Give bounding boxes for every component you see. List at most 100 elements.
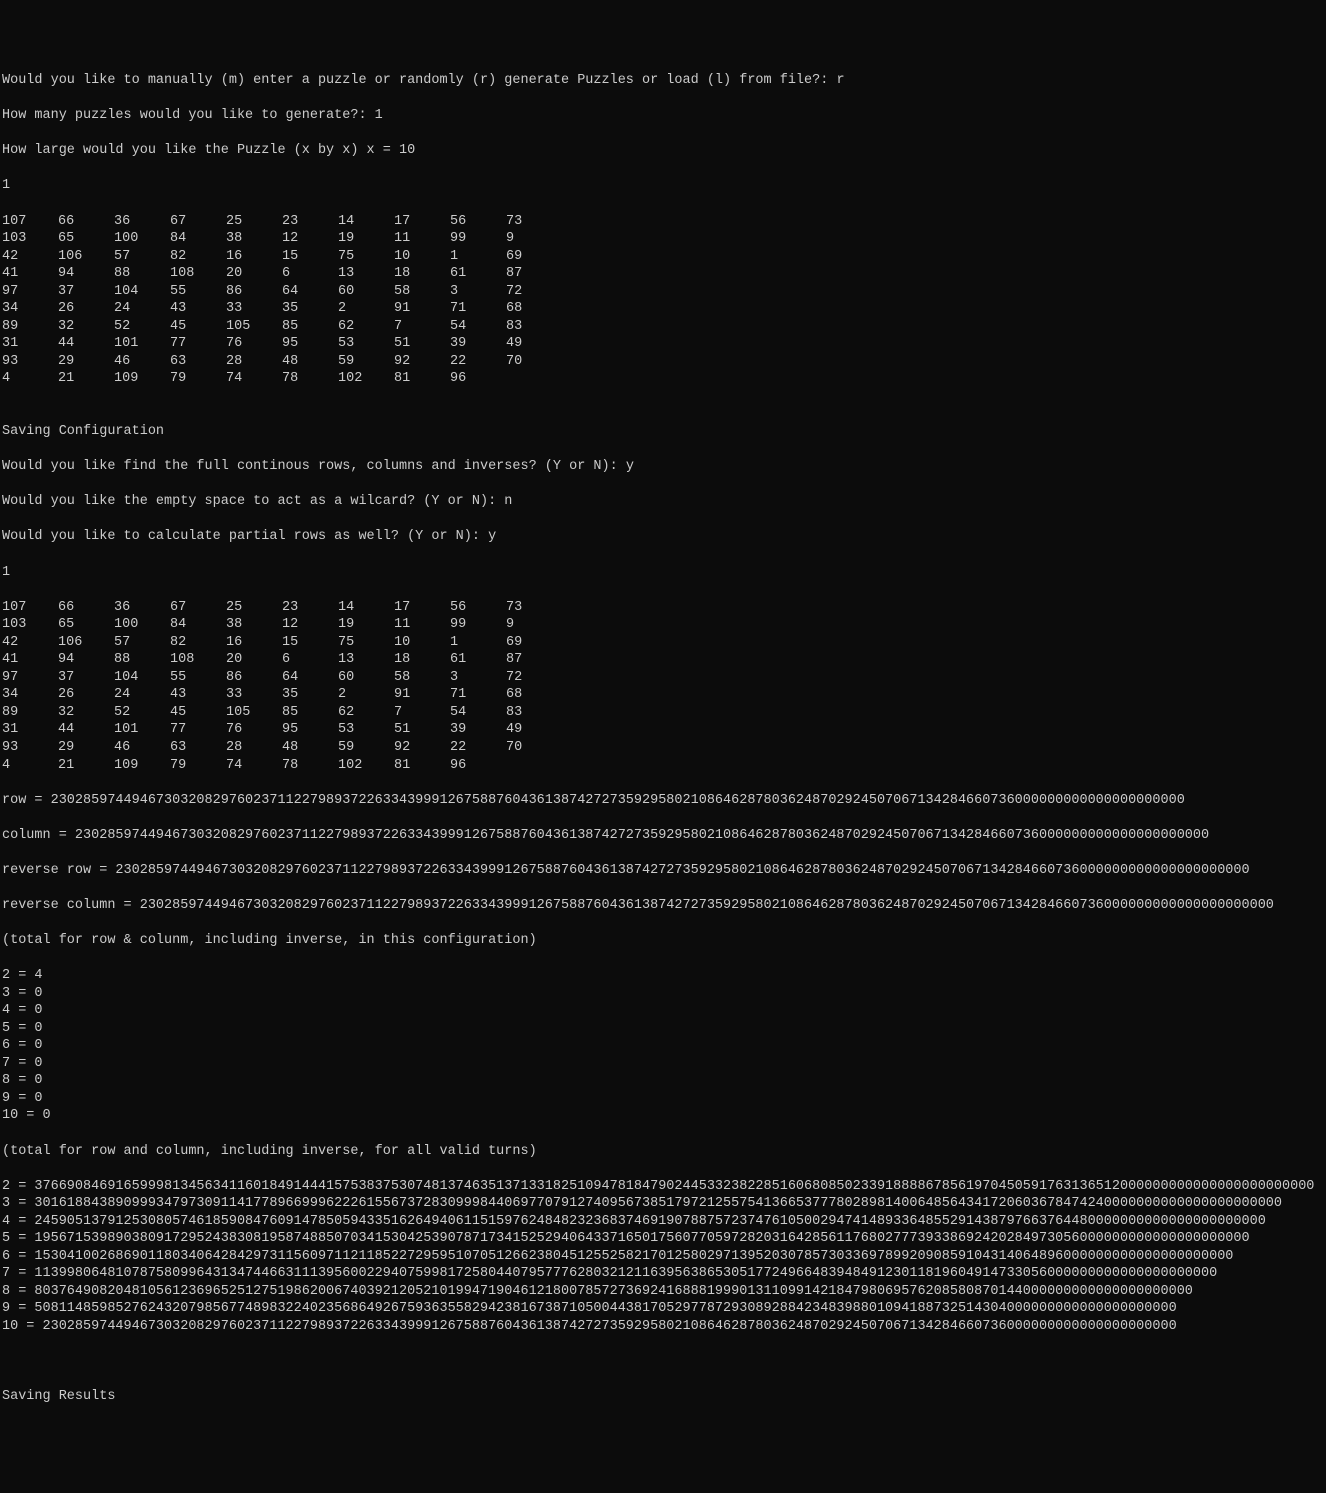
grid-cell: 21 — [58, 370, 114, 388]
grid-row: 4211097974781028196 — [2, 370, 1324, 388]
grid-cell: 108 — [170, 265, 226, 283]
grid-cell: 62 — [338, 704, 394, 722]
grid-row: 3426244333352917168 — [2, 300, 1324, 318]
grid-cell: 68 — [506, 686, 562, 704]
grid-cell: 26 — [58, 686, 114, 704]
grid-cell: 85 — [282, 704, 338, 722]
turn-total-line: 4 = 245905137912530805746185908476091478… — [2, 1213, 1324, 1231]
config-total-line: 6 = 0 — [2, 1037, 1324, 1055]
grid-cell: 44 — [58, 721, 114, 739]
grid-row: 314410177769553513949 — [2, 335, 1324, 353]
grid-cell: 105 — [226, 704, 282, 722]
grid-cell: 102 — [338, 757, 394, 775]
puzzle-grid-2: 1076636672523141756731036510084381219119… — [2, 599, 1324, 774]
config-total-line: 10 = 0 — [2, 1107, 1324, 1125]
grid-cell: 36 — [114, 213, 170, 231]
grid-cell: 86 — [226, 283, 282, 301]
grid-cell: 37 — [58, 283, 114, 301]
grid-cell: 25 — [226, 213, 282, 231]
grid-cell: 82 — [170, 248, 226, 266]
grid-cell: 75 — [338, 634, 394, 652]
grid-cell: 46 — [114, 739, 170, 757]
grid-row: 107663667252314175673 — [2, 213, 1324, 231]
grid-row: 97371045586646058372 — [2, 669, 1324, 687]
grid-cell: 108 — [170, 651, 226, 669]
grid-cell: 56 — [450, 213, 506, 231]
grid-cell: 103 — [2, 616, 58, 634]
saving-results: Saving Results — [2, 1388, 1324, 1406]
grid-cell: 74 — [226, 757, 282, 775]
grid-cell: 39 — [450, 335, 506, 353]
grid-cell: 104 — [114, 283, 170, 301]
grid-row: 107663667252314175673 — [2, 599, 1324, 617]
grid-cell: 72 — [506, 283, 562, 301]
grid-cell: 89 — [2, 704, 58, 722]
grid-cell: 76 — [226, 335, 282, 353]
grid-row: 42106578216157510169 — [2, 634, 1324, 652]
grid-row: 3426244333352917168 — [2, 686, 1324, 704]
grid-cell: 101 — [114, 335, 170, 353]
turn-total-line: 5 = 195671539890380917295243830819587488… — [2, 1230, 1324, 1248]
grid-cell: 34 — [2, 300, 58, 318]
grid-cell: 81 — [394, 757, 450, 775]
grid-cell: 52 — [114, 704, 170, 722]
grid-cell: 43 — [170, 300, 226, 318]
result-reverse-row: reverse row = 23028597449467303208297602… — [2, 862, 1324, 880]
grid-cell: 32 — [58, 704, 114, 722]
grid-cell: 59 — [338, 739, 394, 757]
grid-cell: 91 — [394, 300, 450, 318]
puzzle-number-2: 1 — [2, 564, 1324, 582]
grid-cell: 11 — [394, 616, 450, 634]
grid-cell: 69 — [506, 634, 562, 652]
puzzle-grid-1: 1076636672523141756731036510084381219119… — [2, 213, 1324, 388]
grid-row: 41948810820613186187 — [2, 265, 1324, 283]
grid-cell: 104 — [114, 669, 170, 687]
grid-cell: 73 — [506, 599, 562, 617]
grid-cell: 97 — [2, 669, 58, 687]
grid-cell: 79 — [170, 370, 226, 388]
config-total-line: 7 = 0 — [2, 1055, 1324, 1073]
grid-cell: 63 — [170, 353, 226, 371]
grid-cell: 33 — [226, 300, 282, 318]
grid-cell: 38 — [226, 230, 282, 248]
grid-cell: 68 — [506, 300, 562, 318]
grid-cell: 14 — [338, 213, 394, 231]
grid-cell: 93 — [2, 353, 58, 371]
grid-cell: 95 — [282, 335, 338, 353]
config-total-line: 3 = 0 — [2, 985, 1324, 1003]
grid-cell: 78 — [282, 757, 338, 775]
grid-cell: 45 — [170, 318, 226, 336]
grid-cell: 21 — [58, 757, 114, 775]
total-header-turns: (total for row and column, including inv… — [2, 1143, 1324, 1161]
grid-cell: 52 — [114, 318, 170, 336]
grid-cell: 109 — [114, 757, 170, 775]
grid-cell: 84 — [170, 616, 226, 634]
grid-cell: 4 — [2, 757, 58, 775]
puzzle-number-1: 1 — [2, 177, 1324, 195]
grid-cell: 24 — [114, 686, 170, 704]
grid-cell: 3 — [450, 283, 506, 301]
grid-cell: 7 — [394, 704, 450, 722]
grid-cell: 73 — [506, 213, 562, 231]
prompt-how-many: How many puzzles would you like to gener… — [2, 107, 1324, 125]
grid-cell: 91 — [394, 686, 450, 704]
grid-cell: 86 — [226, 669, 282, 687]
grid-cell: 70 — [506, 353, 562, 371]
grid-cell: 51 — [394, 721, 450, 739]
grid-cell: 35 — [282, 300, 338, 318]
turn-total-line: 3 = 301618843890999347973091141778966999… — [2, 1195, 1324, 1213]
grid-cell: 76 — [226, 721, 282, 739]
grid-cell: 16 — [226, 248, 282, 266]
grid-cell: 101 — [114, 721, 170, 739]
grid-cell: 64 — [282, 669, 338, 687]
grid-cell: 4 — [2, 370, 58, 388]
grid-cell: 61 — [450, 651, 506, 669]
turn-total-line: 6 = 153041002686901180340642842973115609… — [2, 1248, 1324, 1266]
grid-cell: 24 — [114, 300, 170, 318]
grid-row: 103651008438121911999 — [2, 230, 1324, 248]
grid-row: 103651008438121911999 — [2, 616, 1324, 634]
prompt-partial-rows: Would you like to calculate partial rows… — [2, 528, 1324, 546]
grid-cell: 99 — [450, 230, 506, 248]
config-total-line: 2 = 4 — [2, 967, 1324, 985]
grid-row: 89325245105856275483 — [2, 704, 1324, 722]
